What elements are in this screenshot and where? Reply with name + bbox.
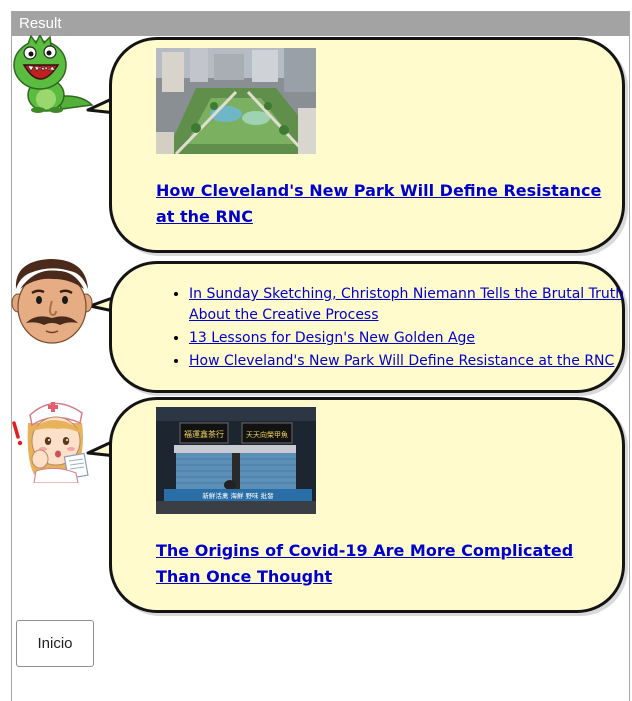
shop-sign-right: 天天向榮甲魚 bbox=[246, 430, 288, 439]
nurse-avatar bbox=[12, 402, 89, 483]
list-item: In Sunday Sketching, Christoph Niemann T… bbox=[189, 284, 629, 326]
link-cleveland-park[interactable]: How Cleveland's New Park Will Define Res… bbox=[189, 353, 614, 369]
list-item: 13 Lessons for Design's New Golden Age bbox=[189, 328, 629, 349]
link-christoph-niemann[interactable]: In Sunday Sketching, Christoph Niemann T… bbox=[189, 286, 624, 323]
shop-sign-left: 福運鑫茶行 bbox=[184, 429, 224, 439]
list-item: How Cleveland's New Park Will Define Res… bbox=[189, 351, 629, 372]
green-dinosaur-avatar bbox=[13, 35, 94, 113]
links-list: In Sunday Sketching, Christoph Niemann T… bbox=[169, 284, 629, 374]
link-design-golden-age[interactable]: 13 Lessons for Design's New Golden Age bbox=[189, 330, 475, 346]
aerial-park-photo bbox=[156, 48, 316, 154]
story-link-cleveland[interactable]: How Cleveland's New Park Will Define Res… bbox=[156, 178, 616, 230]
shop-banner-text: 新鮮活禽 海鮮 野味 批發 bbox=[202, 491, 274, 500]
mustache-man-avatar bbox=[11, 259, 93, 344]
closed-shop-photo: 福運鑫茶行 天天向榮甲魚 新鮮活禽 海鮮 野味 批發 bbox=[156, 407, 316, 514]
inicio-button[interactable]: Inicio bbox=[16, 620, 94, 667]
result-title: Result bbox=[12, 12, 629, 36]
story-link-covid-origins[interactable]: The Origins of Covid-19 Are More Complic… bbox=[156, 538, 596, 590]
